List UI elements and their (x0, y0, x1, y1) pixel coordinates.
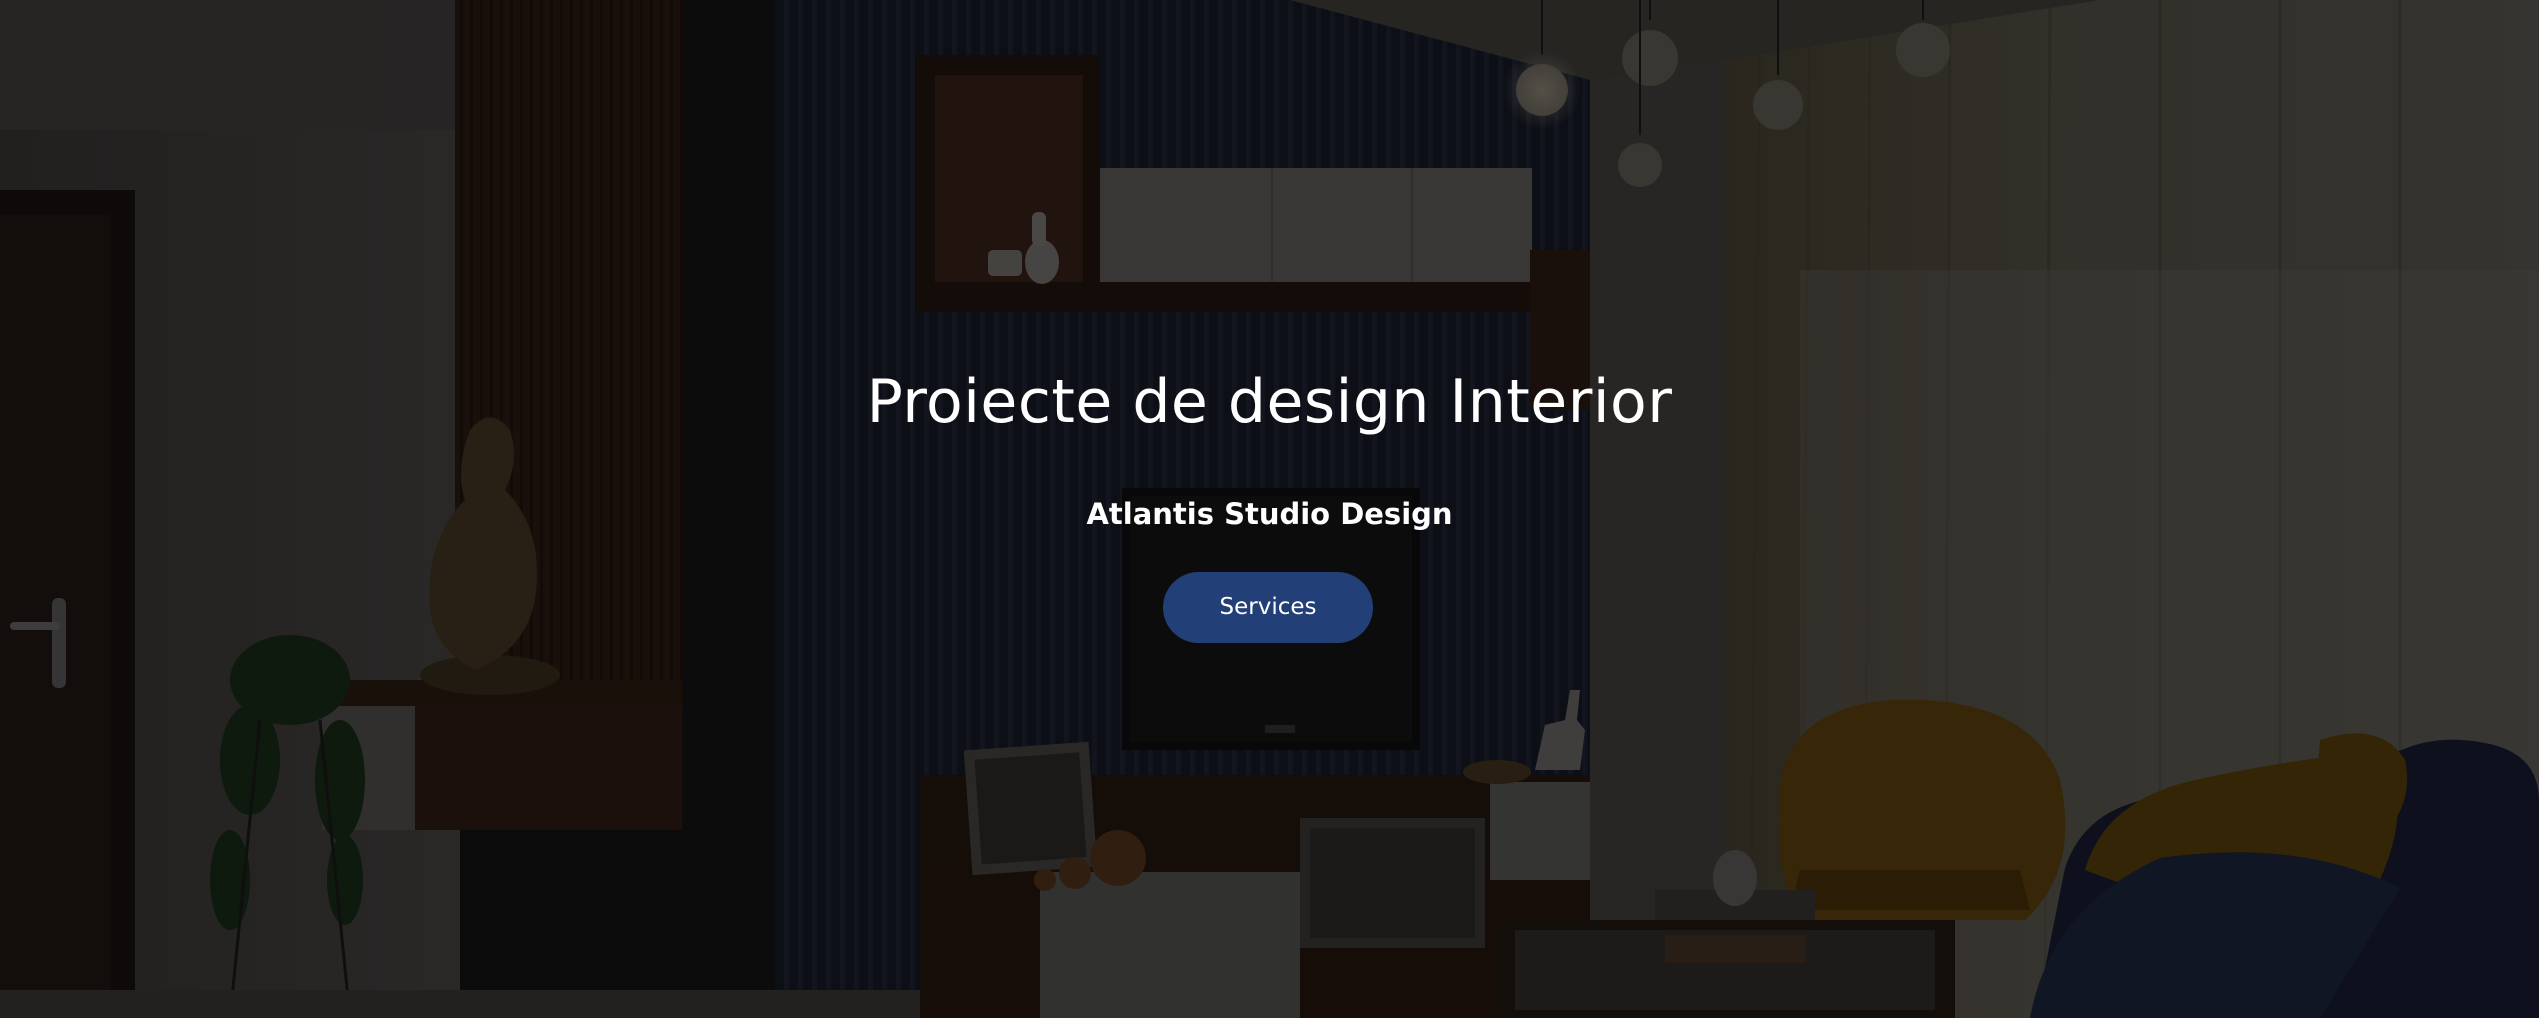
studio-name: Atlantis Studio Design (1086, 497, 1453, 531)
hero-section: Proiecte de design Interior Atlantis Stu… (0, 0, 2539, 1018)
services-button[interactable]: Services (1163, 572, 1373, 643)
hero-content: Proiecte de design Interior Atlantis Stu… (0, 0, 2539, 1018)
page-title: Proiecte de design Interior (866, 367, 1673, 437)
